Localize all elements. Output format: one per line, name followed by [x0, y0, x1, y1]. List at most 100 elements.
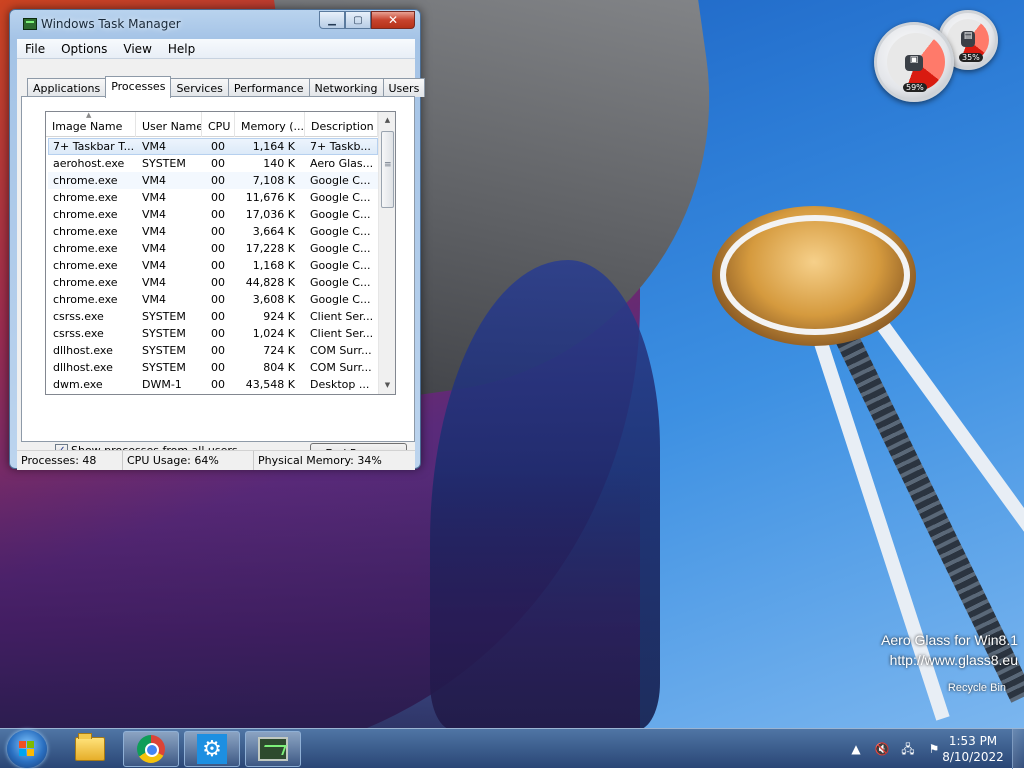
process-row[interactable]: csrss.exe SYSTEM 00 1,024 K Client Ser... — [48, 325, 378, 342]
process-name: dllhost.exe — [53, 361, 113, 374]
scroll-thumb[interactable] — [381, 131, 394, 208]
sort-ascending-icon: ▲ — [86, 112, 92, 119]
process-cpu: 00 — [211, 225, 225, 238]
process-memory: 17,036 K — [245, 208, 295, 221]
processes-tab-panel: ▲ Image Name User Name CPU Memory (... D… — [21, 96, 415, 465]
minimize-button[interactable]: ▁ — [319, 11, 345, 29]
task-manager-window[interactable]: Windows Task Manager ▁ ▢ ✕ File Options … — [9, 9, 426, 470]
process-user: VM4 — [142, 259, 167, 272]
scroll-down-icon[interactable]: ▼ — [379, 377, 395, 394]
close-icon: ✕ — [387, 13, 399, 27]
process-row[interactable]: dllhost.exe SYSTEM 00 804 K COM Surr... — [48, 359, 378, 376]
process-memory: 44,828 K — [245, 276, 295, 289]
process-memory: 140 K — [263, 157, 295, 170]
process-user: VM4 — [142, 293, 167, 306]
process-row[interactable]: aerohost.exe SYSTEM 00 140 K Aero Glas... — [48, 155, 378, 172]
process-description: COM Surr... — [310, 344, 372, 357]
tab-processes[interactable]: Processes — [105, 76, 172, 98]
title-bar[interactable]: Windows Task Manager ▁ ▢ ✕ — [10, 10, 420, 38]
process-row[interactable]: chrome.exe VM4 00 3,608 K Google C... — [48, 291, 378, 308]
process-description: Google C... — [310, 174, 371, 187]
column-image-name-label: Image Name — [52, 120, 123, 133]
process-cpu: 00 — [211, 310, 225, 323]
column-description[interactable]: Description — [305, 112, 378, 137]
caption-buttons: ▁ ▢ ✕ — [319, 11, 415, 29]
column-cpu[interactable]: CPU — [202, 112, 235, 137]
process-description: Aero Glas... — [310, 157, 374, 170]
process-cpu: 00 — [211, 327, 225, 340]
taskbar-explorer[interactable] — [62, 731, 118, 767]
process-rows: 7+ Taskbar T... VM4 00 1,164 K 7+ Taskb... ae… — [48, 138, 378, 393]
process-row[interactable]: csrss.exe SYSTEM 00 924 K Client Ser... — [48, 308, 378, 325]
process-user: DWM-1 — [142, 378, 182, 391]
column-description-label: Description — [311, 120, 374, 133]
process-memory: 7,108 K — [252, 174, 295, 187]
process-cpu: 00 — [211, 140, 225, 153]
process-row[interactable]: dllhost.exe SYSTEM 00 724 K COM Surr... — [48, 342, 378, 359]
vertical-scrollbar[interactable]: ▲ ▼ — [378, 112, 395, 394]
process-name: chrome.exe — [53, 208, 118, 221]
close-button[interactable]: ✕ — [371, 11, 415, 29]
process-row[interactable]: chrome.exe VM4 00 3,664 K Google C... — [48, 223, 378, 240]
process-memory: 1,164 K — [252, 140, 295, 153]
process-row[interactable]: chrome.exe VM4 00 11,676 K Google C... — [48, 189, 378, 206]
taskbar-task-manager[interactable] — [245, 731, 301, 767]
menu-view[interactable]: View — [115, 39, 159, 58]
process-name: chrome.exe — [53, 191, 118, 204]
tab-services[interactable]: Services — [170, 78, 229, 97]
memory-chip-icon: ▤ — [961, 31, 975, 47]
cpu-gauge-gadget[interactable]: ▣ 59% — [874, 22, 954, 102]
scroll-up-icon[interactable]: ▲ — [379, 112, 395, 129]
process-name: chrome.exe — [53, 259, 118, 272]
process-name: aerohost.exe — [53, 157, 125, 170]
tab-performance[interactable]: Performance — [227, 78, 310, 97]
window-client-area: Applications Processes Services Performa… — [17, 59, 426, 470]
column-memory[interactable]: Memory (... — [235, 112, 305, 137]
network-icon[interactable]: 🖧 — [900, 741, 916, 757]
process-description: COM Surr... — [310, 361, 372, 374]
process-row[interactable]: chrome.exe VM4 00 7,108 K Google C... — [48, 172, 378, 189]
wallpaper-shadow — [0, 470, 640, 728]
process-memory: 3,664 K — [252, 225, 295, 238]
show-hidden-icons-icon[interactable]: ▲ — [848, 741, 864, 757]
tab-applications[interactable]: Applications — [27, 78, 107, 97]
process-list[interactable]: ▲ Image Name User Name CPU Memory (... D… — [45, 111, 396, 395]
process-memory: 43,548 K — [245, 378, 295, 391]
process-row[interactable]: chrome.exe VM4 00 17,036 K Google C... — [48, 206, 378, 223]
process-row[interactable]: 7+ Taskbar T... VM4 00 1,164 K 7+ Taskb... — [48, 138, 378, 155]
process-memory: 724 K — [263, 344, 295, 357]
process-user: VM4 — [142, 276, 167, 289]
process-description: Google C... — [310, 225, 371, 238]
tab-users[interactable]: Users — [382, 78, 426, 97]
process-name: 7+ Taskbar T... — [53, 140, 135, 153]
process-description: Google C... — [310, 208, 371, 221]
process-user: VM4 — [142, 191, 167, 204]
volume-muted-icon[interactable]: 🔇 — [874, 741, 890, 757]
process-row[interactable]: chrome.exe VM4 00 17,228 K Google C... — [48, 240, 378, 257]
process-description: Google C... — [310, 276, 371, 289]
process-name: dwm.exe — [53, 378, 103, 391]
column-image-name[interactable]: ▲ Image Name — [46, 112, 136, 137]
column-user-name[interactable]: User Name — [136, 112, 202, 137]
task-manager-icon — [258, 737, 288, 761]
menu-options[interactable]: Options — [53, 39, 115, 58]
process-row[interactable]: chrome.exe VM4 00 44,828 K Google C... — [48, 274, 378, 291]
process-row[interactable]: chrome.exe VM4 00 1,168 K Google C... — [48, 257, 378, 274]
tab-networking[interactable]: Networking — [308, 78, 384, 97]
menu-file[interactable]: File — [17, 39, 53, 58]
cpu-chip-icon: ▣ — [905, 55, 923, 71]
process-cpu: 00 — [211, 293, 225, 306]
clock[interactable]: 1:53 PM 8/10/2022 — [940, 733, 1006, 765]
recycle-bin-label[interactable]: Recycle Bin — [948, 682, 1006, 694]
show-desktop-button[interactable] — [1012, 729, 1024, 769]
menu-help[interactable]: Help — [160, 39, 203, 58]
start-button[interactable] — [7, 730, 47, 768]
taskbar-settings[interactable]: ⚙ — [184, 731, 240, 767]
task-manager-icon — [23, 18, 37, 30]
maximize-button[interactable]: ▢ — [345, 11, 371, 29]
process-user: SYSTEM — [142, 344, 186, 357]
process-row[interactable]: dwm.exe DWM-1 00 43,548 K Desktop ... — [48, 376, 378, 393]
process-name: chrome.exe — [53, 242, 118, 255]
column-user-name-label: User Name — [142, 120, 202, 133]
taskbar-chrome[interactable] — [123, 731, 179, 767]
